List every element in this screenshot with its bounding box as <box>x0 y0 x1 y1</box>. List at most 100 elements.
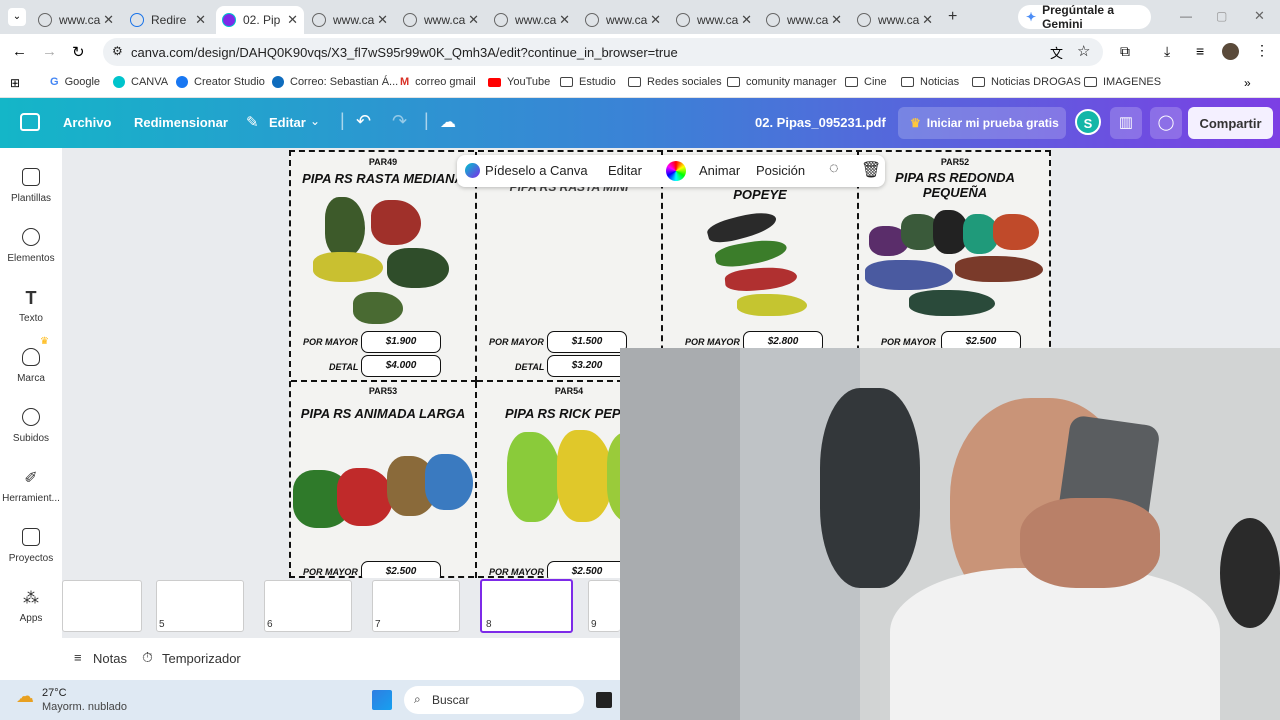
redo-icon[interactable]: ↷ <box>392 111 407 132</box>
position-button[interactable]: Posición <box>756 163 805 178</box>
user-avatar[interactable]: S <box>1075 109 1101 135</box>
page-thumbnail[interactable]: 5 <box>156 580 244 632</box>
browser-tab[interactable]: www.ca ✕ <box>670 6 758 34</box>
browser-tab[interactable]: www.ca ✕ <box>760 6 848 34</box>
minimize-button[interactable]: — <box>1180 9 1192 23</box>
close-icon[interactable]: ✕ <box>741 12 752 28</box>
search-icon: ⌕ <box>414 692 421 706</box>
browser-tab[interactable]: Redire ✕ <box>124 6 212 34</box>
windows-start-icon[interactable] <box>372 690 392 710</box>
bookmark-folder[interactable]: Noticias <box>901 76 959 88</box>
document-title[interactable]: 02. Pipas_095231.pdf <box>755 115 886 130</box>
sidebar-item-marca[interactable]: Marca ♛ <box>0 336 62 384</box>
close-icon[interactable]: ✕ <box>468 12 479 28</box>
forward-icon[interactable]: → <box>42 43 57 60</box>
menu-icon[interactable]: ⋮ <box>1255 42 1269 59</box>
translate-icon[interactable]: 文 <box>1050 43 1063 62</box>
back-icon[interactable]: ← <box>12 43 27 60</box>
new-tab-button[interactable]: + <box>948 8 957 26</box>
browser-tab[interactable]: www.ca ✕ <box>579 6 667 34</box>
bookmark-folder[interactable]: IMAGENES <box>1084 76 1161 88</box>
close-icon[interactable]: ✕ <box>195 12 206 28</box>
close-icon[interactable]: ✕ <box>103 12 114 28</box>
browser-tab[interactable]: www.ca ✕ <box>397 6 485 34</box>
home-icon[interactable] <box>20 113 40 131</box>
browser-tab-active[interactable]: 02. Pip ✕ <box>216 6 304 34</box>
page-thumbnail[interactable]: 6 <box>264 580 352 632</box>
sidebar-item-plantillas[interactable]: Plantillas <box>0 168 62 204</box>
bookmark-item[interactable]: Mcorreo gmail <box>400 76 476 88</box>
close-icon[interactable]: ✕ <box>559 12 570 28</box>
gemini-button[interactable]: ✦ Pregúntale a Gemini <box>1018 3 1151 31</box>
ask-canva-button[interactable]: Pídeselo a Canva <box>485 163 588 178</box>
chevron-down-icon[interactable]: ⌄ <box>310 114 320 128</box>
window-close-button[interactable]: ✕ <box>1254 8 1265 24</box>
taskbar-search[interactable]: ⌕ Buscar <box>404 686 584 714</box>
bookmark-folder[interactable]: Noticias DROGAS <box>972 76 1081 88</box>
browser-tab[interactable]: www.ca ✕ <box>306 6 394 34</box>
bookmark-item[interactable]: Correo: Sebastian Á... <box>272 76 398 88</box>
undo-icon[interactable]: ↶ <box>356 111 371 132</box>
add-comment-icon[interactable]: ◌ <box>829 160 839 178</box>
more-bookmarks-icon[interactable]: » <box>1244 76 1251 90</box>
profile-avatar[interactable] <box>1222 43 1239 60</box>
extensions-icon[interactable]: ⧉ <box>1120 43 1130 60</box>
color-picker-icon[interactable] <box>666 161 686 181</box>
maximize-button[interactable]: ▢ <box>1216 9 1227 23</box>
close-icon[interactable]: ✕ <box>922 12 933 28</box>
bookmark-folder[interactable]: Estudio <box>560 76 616 88</box>
media-icon[interactable]: ≡ <box>1196 43 1204 59</box>
sidebar-item-apps[interactable]: ⁂ Apps <box>0 588 62 624</box>
edit-menu[interactable]: Editar <box>269 115 306 130</box>
page-thumbnail[interactable]: 7 <box>372 580 460 632</box>
globe-icon <box>312 13 326 27</box>
bookmark-item[interactable]: Creator Studio <box>176 76 265 88</box>
page-thumbnail[interactable] <box>62 580 142 632</box>
trial-button[interactable]: ♛ Iniciar mi prueba gratis <box>898 107 1066 139</box>
close-icon[interactable]: ✕ <box>831 12 842 28</box>
browser-tab[interactable]: www.ca ✕ <box>488 6 576 34</box>
close-icon[interactable]: ✕ <box>650 12 661 28</box>
sidebar-item-subidos[interactable]: Subidos <box>0 408 62 444</box>
site-info-icon[interactable]: ⚙ <box>112 44 123 58</box>
task-view-icon[interactable] <box>596 692 612 708</box>
apps-grid-icon[interactable]: ⊞ <box>10 76 20 90</box>
bookmark-folder[interactable]: Redes sociales <box>628 76 722 88</box>
bookmark-item[interactable]: CANVA <box>113 76 168 88</box>
product-card[interactable]: PAR53 PIPA RS ANIMADA LARGA POR MAYOR $2… <box>291 382 477 578</box>
person-shirt <box>890 568 1220 720</box>
templates-icon <box>22 168 40 186</box>
close-icon[interactable]: ✕ <box>287 12 298 28</box>
analytics-icon[interactable]: ▥ <box>1110 107 1142 139</box>
resize-button[interactable]: Redimensionar <box>134 115 228 130</box>
url-field[interactable]: ⚙ canva.com/design/DAHQ0K90vqs/X3_fl7wS95… <box>103 38 1103 66</box>
tab-search-button[interactable]: ⌄ <box>8 8 26 26</box>
product-card[interactable]: PAR49 PIPA RS RASTA MEDIANA POR MAYOR $1… <box>291 152 477 382</box>
notes-button[interactable]: Notas <box>93 651 127 666</box>
sidebar-item-herramientas[interactable]: ✐ Herramient... <box>0 468 62 504</box>
close-icon[interactable]: ✕ <box>377 12 388 28</box>
cloud-saved-icon[interactable]: ☁ <box>440 112 456 132</box>
edit-button[interactable]: Editar <box>608 163 642 178</box>
comment-icon[interactable]: ◯ <box>1150 107 1182 139</box>
download-icon[interactable]: ⤓ <box>1164 43 1170 60</box>
share-button[interactable]: Compartir <box>1188 107 1273 139</box>
page-thumbnail[interactable]: 9 <box>588 580 620 632</box>
bookmark-folder[interactable]: comunity manager <box>727 76 837 88</box>
browser-tab[interactable]: www.ca ✕ <box>851 6 939 34</box>
page-thumbnail-selected[interactable]: 8 <box>480 579 573 633</box>
sidebar-item-proyectos[interactable]: Proyectos <box>0 528 62 564</box>
bookmark-item[interactable]: G Google <box>50 76 100 88</box>
archivo-menu[interactable]: Archivo <box>63 115 111 130</box>
bookmark-folder[interactable]: Cine <box>845 76 887 88</box>
sidebar-item-elementos[interactable]: Elementos <box>0 228 62 264</box>
price-box: $4.000 <box>361 355 441 377</box>
animate-button[interactable]: Animar <box>699 163 740 178</box>
timer-button[interactable]: Temporizador <box>162 651 241 666</box>
browser-tab[interactable]: www.ca ✕ <box>32 6 120 34</box>
trash-icon[interactable]: 🗑 <box>861 160 881 180</box>
bookmark-star-icon[interactable]: ☆ <box>1077 42 1090 60</box>
reload-icon[interactable]: ↻ <box>72 43 85 61</box>
sidebar-item-texto[interactable]: T Texto <box>0 288 62 324</box>
bookmark-item[interactable]: YouTube <box>488 76 550 88</box>
